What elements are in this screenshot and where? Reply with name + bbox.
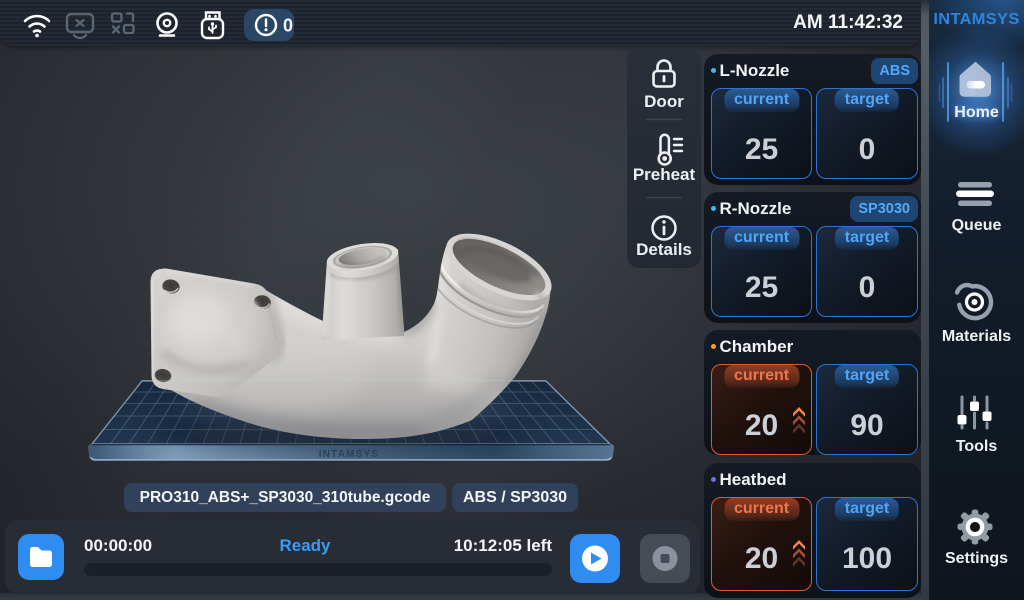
svg-text:0: 0 xyxy=(283,16,293,36)
svg-text:INTAMSYS: INTAMSYS xyxy=(319,449,380,460)
